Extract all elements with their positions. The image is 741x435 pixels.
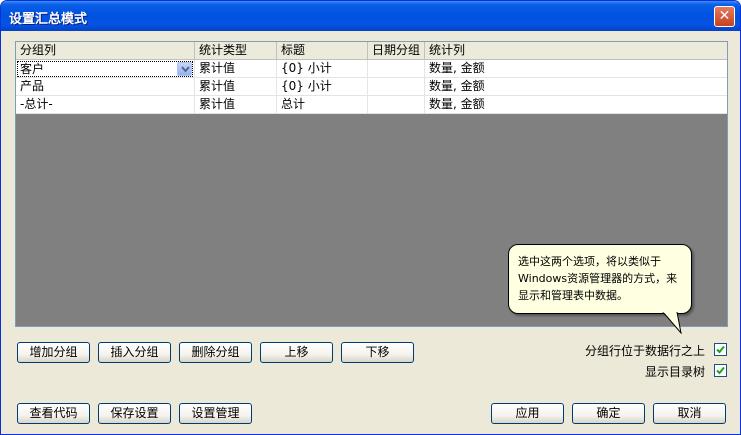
title-cell[interactable]: 总计 bbox=[277, 96, 368, 114]
group-row-above-option[interactable]: 分组行位于数据行之上 bbox=[527, 343, 727, 359]
tooltip-tail bbox=[662, 312, 682, 334]
insert-group-button[interactable]: 插入分组 bbox=[98, 342, 171, 363]
column-header-group[interactable]: 分组列 bbox=[16, 42, 195, 60]
table-row[interactable]: -总计- 累计值 总计 数量, 金额 bbox=[16, 96, 727, 114]
tooltip-line: 选中这两个选项，将以类似于 bbox=[518, 255, 661, 268]
checkmark-icon bbox=[716, 345, 725, 354]
date-group-cell[interactable] bbox=[368, 96, 425, 114]
close-icon: ✕ bbox=[718, 8, 731, 24]
group-combobox[interactable]: 客户 bbox=[17, 61, 193, 77]
title-bar[interactable]: 设置汇总模式 ✕ bbox=[1, 1, 740, 31]
stat-type-cell[interactable]: 累计值 bbox=[195, 78, 277, 96]
window-title: 设置汇总模式 bbox=[9, 12, 88, 27]
ok-button[interactable]: 确定 bbox=[572, 403, 645, 424]
show-tree-label: 显示目录树 bbox=[644, 365, 705, 379]
view-code-button[interactable]: 查看代码 bbox=[17, 403, 90, 424]
group-row-above-label: 分组行位于数据行之上 bbox=[584, 344, 705, 358]
move-down-button[interactable]: 下移 bbox=[341, 342, 414, 363]
save-settings-button[interactable]: 保存设置 bbox=[98, 403, 171, 424]
close-button[interactable]: ✕ bbox=[714, 6, 735, 27]
table-row[interactable]: 产品 累计值 {0} 小计 数量, 金额 bbox=[16, 78, 727, 96]
show-tree-option[interactable]: 显示目录树 bbox=[527, 364, 727, 380]
column-header-title[interactable]: 标题 bbox=[277, 42, 368, 60]
column-header-date-group[interactable]: 日期分组 bbox=[368, 42, 425, 60]
stat-type-cell[interactable]: 累计值 bbox=[195, 96, 277, 114]
group-cell[interactable]: -总计- bbox=[16, 96, 195, 114]
column-header-stat-cols[interactable]: 统计列 bbox=[425, 42, 727, 60]
chevron-down-icon[interactable] bbox=[177, 62, 192, 76]
column-header-stat-type[interactable]: 统计类型 bbox=[195, 42, 277, 60]
move-up-button[interactable]: 上移 bbox=[260, 342, 333, 363]
grid-header: 分组列 统计类型 标题 日期分组 统计列 bbox=[16, 42, 727, 60]
apply-button[interactable]: 应用 bbox=[491, 403, 564, 424]
group-cell[interactable]: 客户 bbox=[16, 60, 195, 78]
delete-group-button[interactable]: 删除分组 bbox=[179, 342, 252, 363]
table-row[interactable]: 客户 累计值 {0} 小计 数量, 金额 bbox=[16, 60, 727, 78]
manage-settings-button[interactable]: 设置管理 bbox=[179, 403, 252, 424]
group-row-above-checkbox[interactable] bbox=[714, 343, 727, 356]
tooltip-line: 显示和管理表中数据。 bbox=[518, 289, 628, 302]
stat-cols-cell[interactable]: 数量, 金额 bbox=[425, 78, 727, 96]
title-cell[interactable]: {0} 小计 bbox=[277, 78, 368, 96]
hint-tooltip: 选中这两个选项，将以类似于 Windows资源管理器的方式，来 显示和管理表中数… bbox=[508, 244, 692, 314]
show-tree-checkbox[interactable] bbox=[714, 364, 727, 377]
date-group-cell[interactable] bbox=[368, 78, 425, 96]
stat-cols-cell[interactable]: 数量, 金额 bbox=[425, 96, 727, 114]
date-group-cell[interactable] bbox=[368, 60, 425, 78]
group-combobox-value: 客户 bbox=[20, 62, 45, 76]
stat-type-cell[interactable]: 累计值 bbox=[195, 60, 277, 78]
group-cell[interactable]: 产品 bbox=[16, 78, 195, 96]
add-group-button[interactable]: 增加分组 bbox=[17, 342, 90, 363]
tooltip-line: Windows资源管理器的方式，来 bbox=[518, 272, 678, 285]
checkmark-icon bbox=[716, 366, 725, 375]
dialog-window: 设置汇总模式 ✕ 分组列 统计类型 标题 日期分组 统计列 客户 累计值 {0}… bbox=[0, 0, 741, 435]
cancel-button[interactable]: 取消 bbox=[653, 403, 726, 424]
stat-cols-cell[interactable]: 数量, 金额 bbox=[425, 60, 727, 78]
title-cell[interactable]: {0} 小计 bbox=[277, 60, 368, 78]
